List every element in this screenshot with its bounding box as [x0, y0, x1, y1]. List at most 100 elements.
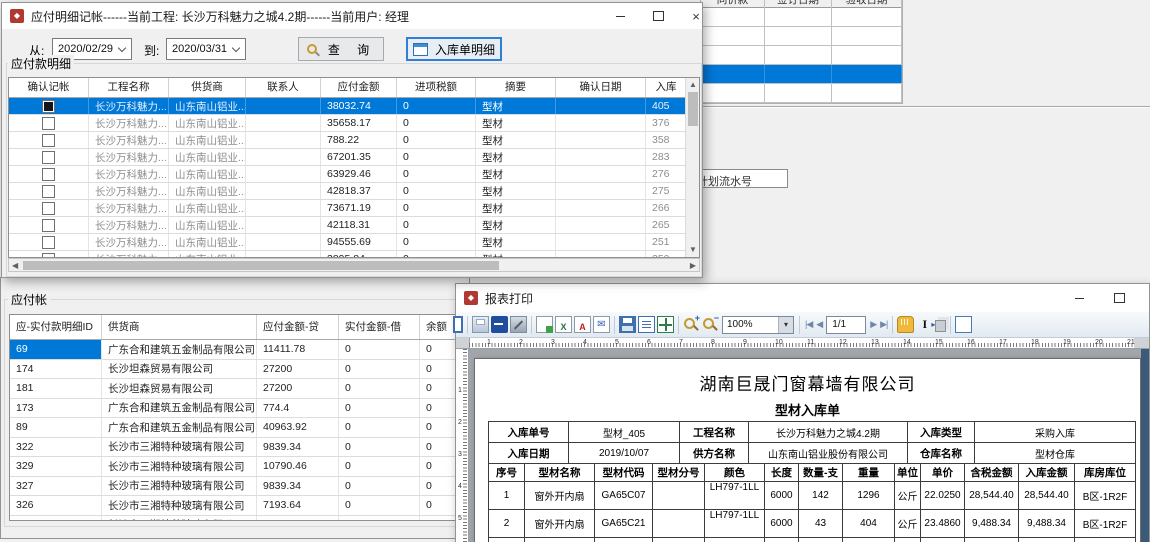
print-icon[interactable]	[472, 316, 489, 333]
document-icon[interactable]	[638, 316, 655, 333]
save-icon[interactable]	[619, 316, 636, 333]
column-header[interactable]: 联系人	[246, 78, 321, 97]
column-header[interactable]: 实付金额-借	[339, 315, 420, 339]
preview-scrollbar[interactable]	[1141, 349, 1149, 542]
nav-next-icon[interactable]: ▶	[870, 319, 876, 330]
confirm-checkbox[interactable]	[42, 151, 55, 164]
scroll-down-icon[interactable]: ▼	[689, 246, 697, 254]
id-cell[interactable]: 173	[10, 399, 102, 418]
export-mail-icon[interactable]	[593, 316, 610, 333]
zoom-out-icon[interactable]: −	[702, 316, 719, 333]
id-cell[interactable]: 326	[10, 496, 102, 515]
table-row[interactable]	[701, 65, 902, 84]
vertical-scrollbar[interactable]: ▲ ▼	[685, 78, 699, 257]
confirm-checkbox[interactable]	[42, 134, 55, 147]
tools-icon[interactable]	[510, 316, 527, 333]
confirm-checkbox[interactable]	[42, 168, 55, 181]
nav-first-icon[interactable]: |◀	[805, 319, 812, 330]
table-row[interactable]	[701, 27, 902, 46]
table-row[interactable]	[701, 46, 902, 65]
hand-icon[interactable]	[897, 316, 914, 333]
book-icon[interactable]	[491, 316, 508, 333]
minimize-button[interactable]	[605, 3, 635, 29]
confirm-cell[interactable]	[9, 132, 89, 148]
column-header[interactable]: 应付金额	[321, 78, 397, 97]
table-row[interactable]: 89广东合和建筑五金制品有限公司40963.9200	[10, 418, 478, 438]
confirm-cell[interactable]	[9, 200, 89, 216]
minimize-button[interactable]	[1064, 284, 1094, 312]
confirm-cell[interactable]	[9, 149, 89, 165]
confirm-checkbox[interactable]	[42, 219, 55, 232]
table-row[interactable]: 长沙市三湘特种玻璃有限公司	[10, 516, 478, 521]
table-row[interactable]: 长沙万科魅力...山东南山铝业...3895.840型材250	[9, 251, 687, 257]
confirm-cell[interactable]	[9, 251, 89, 257]
table-row[interactable]: 长沙万科魅力...山东南山铝业...788.220型材358	[9, 132, 687, 149]
table-row[interactable]: 326长沙市三湘特种玻璃有限公司7193.6400	[10, 496, 478, 516]
id-cell[interactable]: 322	[10, 438, 102, 457]
confirm-cell[interactable]	[9, 166, 89, 182]
close-button[interactable]: ×	[1142, 284, 1150, 312]
scroll-right-icon[interactable]: ▶	[690, 262, 696, 270]
confirm-checkbox[interactable]	[42, 117, 55, 130]
column-header[interactable]: 确认日期	[556, 78, 646, 97]
table-row[interactable]: 327长沙市三湘特种玻璃有限公司9839.3400	[10, 477, 478, 497]
close-preview-icon[interactable]	[955, 316, 972, 333]
maximize-button[interactable]	[1104, 284, 1134, 312]
chevron-down-icon[interactable]: ▾	[778, 317, 793, 333]
table-row[interactable]: 181长沙坦森贸易有限公司2720000	[10, 379, 478, 399]
column-header[interactable]: 确认记帐	[9, 78, 89, 97]
export-doc-icon[interactable]	[536, 316, 553, 333]
column-header[interactable]: 应付金额-贷	[257, 315, 339, 339]
export-pdf-icon[interactable]	[574, 316, 591, 333]
id-cell[interactable]: 327	[10, 477, 102, 496]
column-header[interactable]: 摘要	[476, 78, 556, 97]
table-row[interactable]: 长沙万科魅力...山东南山铝业...35658.170型材376	[9, 115, 687, 132]
table-row[interactable]: 174长沙坦森贸易有限公司2720000	[10, 360, 478, 380]
column-header[interactable]: 进项税额	[397, 78, 476, 97]
column-header[interactable]: 供货商	[102, 315, 257, 339]
horizontal-scrollbar[interactable]: ◀ ▶	[8, 258, 700, 272]
scroll-left-icon[interactable]: ◀	[12, 262, 18, 270]
confirm-cell[interactable]	[9, 115, 89, 131]
confirm-checkbox[interactable]	[42, 100, 55, 113]
id-cell[interactable]: 89	[10, 418, 102, 437]
copy-icon[interactable]	[935, 320, 946, 332]
export-excel-icon[interactable]	[555, 316, 572, 333]
zoom-select[interactable]: 100%▾	[722, 316, 794, 334]
table-row[interactable]: 322长沙市三湘特种玻璃有限公司9839.3400	[10, 438, 478, 458]
properties-icon[interactable]	[453, 316, 463, 333]
confirm-checkbox[interactable]	[42, 185, 55, 198]
id-cell[interactable]: 181	[10, 379, 102, 398]
scroll-up-icon[interactable]: ▲	[689, 81, 697, 89]
table-row[interactable]: 长沙万科魅力...山东南山铝业...73671.190型材266	[9, 200, 687, 217]
export-grid-icon[interactable]	[657, 316, 674, 333]
id-cell[interactable]	[10, 516, 102, 521]
id-cell[interactable]: 329	[10, 457, 102, 476]
column-header[interactable]: 验收日期	[832, 0, 902, 8]
id-cell[interactable]: 69	[10, 340, 102, 359]
close-button[interactable]: ×	[681, 3, 711, 29]
confirm-cell[interactable]	[9, 234, 89, 250]
table-row[interactable]: 173广东合和建筑五金制品有限公司774.400	[10, 399, 478, 419]
inbound-detail-button[interactable]: 入库单明细	[406, 37, 502, 61]
table-row[interactable]: 长沙万科魅力...山东南山铝业...67201.350型材283	[9, 149, 687, 166]
zoom-in-icon[interactable]: +	[683, 316, 700, 333]
table-row[interactable]	[701, 84, 902, 103]
confirm-cell[interactable]	[9, 217, 89, 233]
to-date-select[interactable]: 2020/03/31	[166, 38, 246, 60]
column-header[interactable]: 供货商	[169, 78, 246, 97]
table-row[interactable]: 长沙万科魅力...山东南山铝业...94555.690型材251	[9, 234, 687, 251]
table-row[interactable]: 69广东合和建筑五金制品有限公司11411.7800	[10, 340, 478, 360]
column-header[interactable]: 应-实付款明细ID	[10, 315, 102, 339]
confirm-checkbox[interactable]	[42, 202, 55, 215]
table-row[interactable]	[701, 8, 902, 27]
confirm-checkbox[interactable]	[42, 236, 55, 249]
id-cell[interactable]: 174	[10, 360, 102, 379]
confirm-checkbox[interactable]	[42, 253, 55, 258]
text-select-icon[interactable]: I	[916, 316, 933, 333]
query-button[interactable]: 查 询	[298, 37, 384, 61]
table-row[interactable]: 长沙万科魅力...山东南山铝业...42818.370型材275	[9, 183, 687, 200]
maximize-button[interactable]	[643, 3, 673, 29]
nav-last-icon[interactable]: ▶|	[880, 319, 887, 330]
nav-prev-icon[interactable]: ◀	[816, 319, 822, 330]
